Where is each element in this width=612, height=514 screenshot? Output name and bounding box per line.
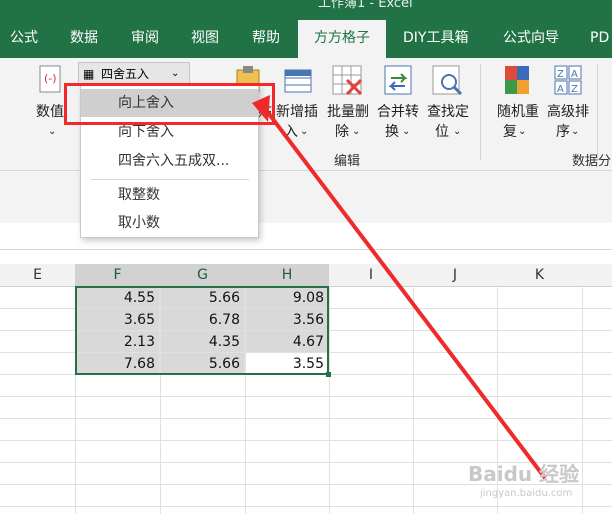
annotation-arrow <box>252 95 547 480</box>
watermark-subtext: jingyan.baidu.com <box>480 488 573 499</box>
watermark-text: Baidu 经验 <box>468 462 580 486</box>
